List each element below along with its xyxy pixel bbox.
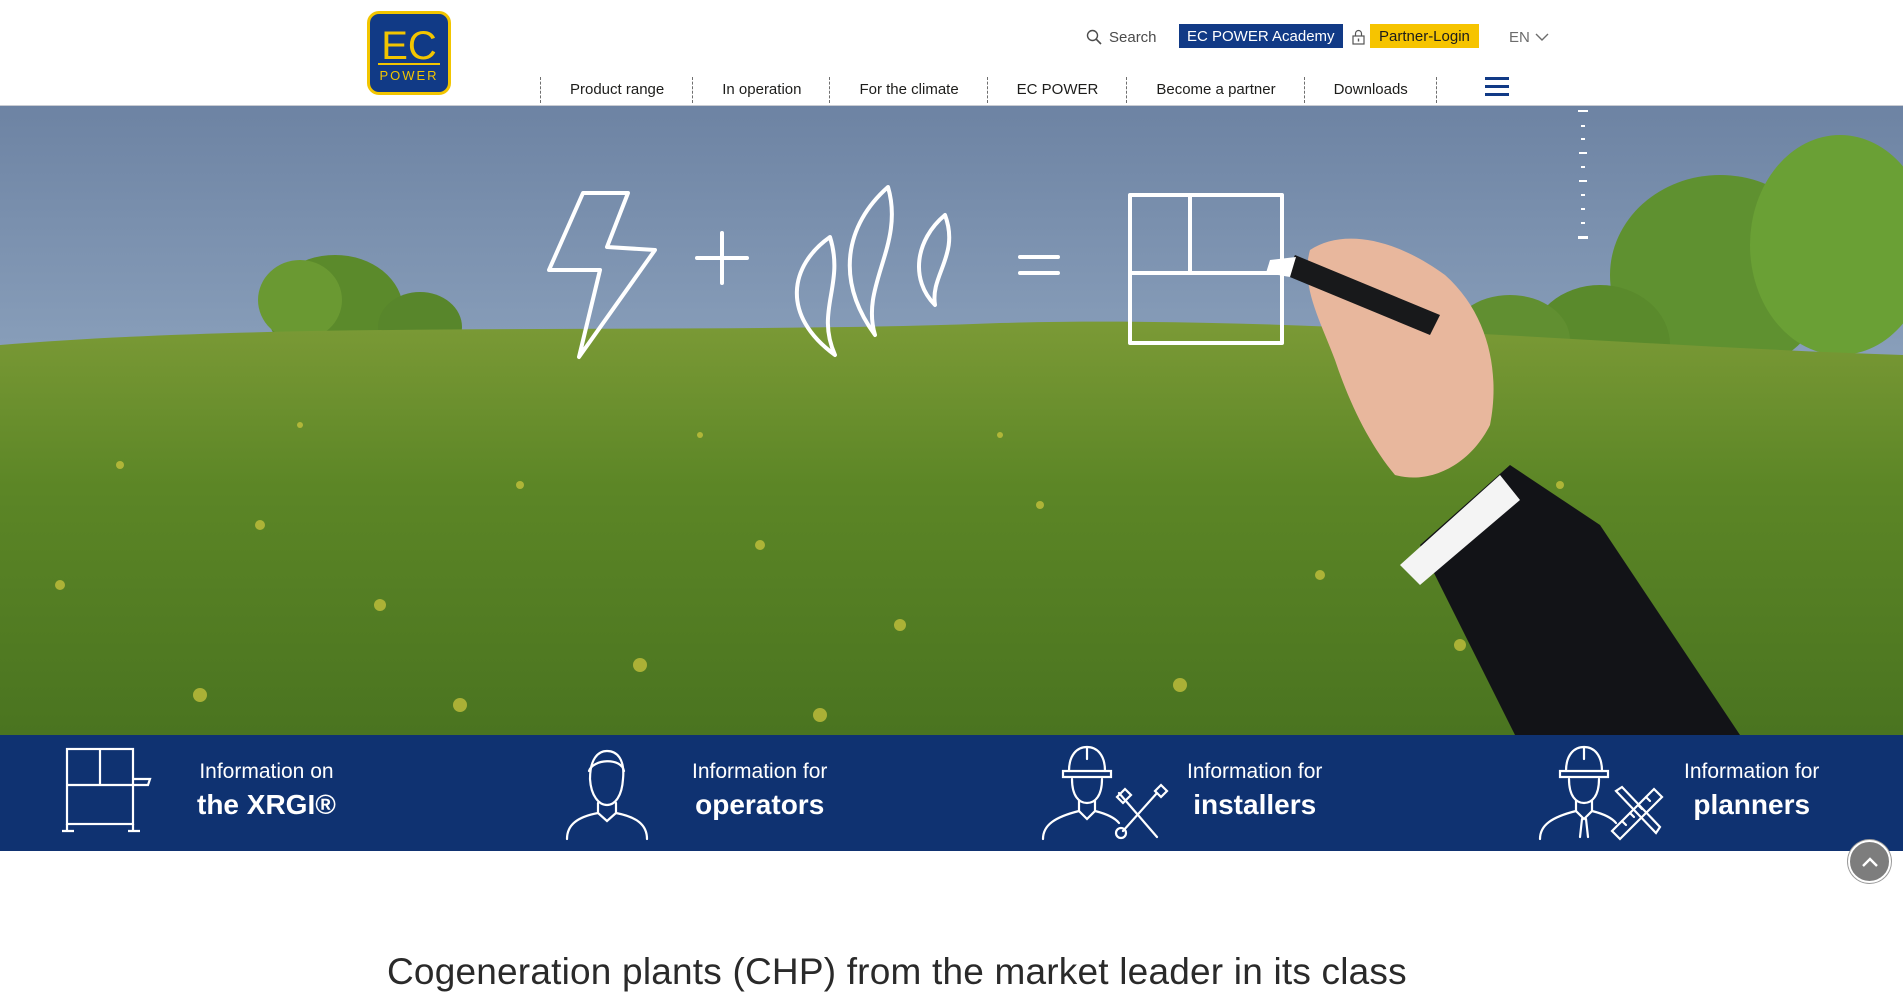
info-operators-link[interactable]: Information for operators [545,735,965,851]
nav-item-ec-power[interactable]: EC POWER [989,77,1127,103]
academy-button[interactable]: EC POWER Academy [1179,24,1343,48]
info-installers-line2: installers [1193,789,1317,820]
language-label: EN [1509,28,1530,46]
info-planners-line2: planners [1693,789,1811,820]
partner-login-label: Partner-Login [1379,27,1470,45]
info-operators-text: Information for operators [692,761,827,819]
logo-ec-text: EC [381,24,437,68]
scroll-to-top-button[interactable] [1848,840,1891,883]
search-label: Search [1109,28,1157,46]
search-button[interactable]: Search [1086,24,1157,50]
site-header: EC POWER Search EC POWER Academy Partner… [0,0,1903,106]
chevron-down-icon [1535,33,1549,41]
info-operators-line1: Information for [692,760,828,783]
main-navigation: Product range In operation For the clima… [540,76,1438,104]
nav-item-product-range[interactable]: Product range [542,77,692,103]
lock-icon [1350,24,1366,50]
operator-person-icon [565,749,649,841]
partner-login-button[interactable]: Partner-Login [1370,24,1479,48]
logo-power-text: POWER [379,68,438,83]
hero-image [0,105,1903,735]
nav-item-for-the-climate[interactable]: For the climate [831,77,986,103]
language-selector[interactable]: EN [1509,24,1549,50]
hamburger-menu-icon[interactable] [1485,77,1509,97]
info-xrgi-line1: Information on [199,760,334,783]
page-heading: Cogeneration plants (CHP) from the marke… [387,951,1407,992]
hero-banner [0,105,1903,735]
nav-item-downloads[interactable]: Downloads [1306,77,1436,103]
nav-item-become-a-partner[interactable]: Become a partner [1128,77,1303,103]
info-planners-line1: Information for [1684,760,1820,783]
nav-item-in-operation[interactable]: In operation [694,77,829,103]
installer-tools-icon [1041,745,1169,841]
info-installers-line1: Information for [1187,760,1323,783]
logo-mark: EC POWER [378,24,440,83]
info-planners-text: Information for planners [1684,761,1819,819]
xrgi-unit-icon [62,747,152,833]
search-icon [1086,29,1102,45]
nav-separator [1435,77,1438,103]
info-operators-line2: operators [695,789,825,820]
planner-ruler-icon [1538,745,1664,841]
info-xrgi-text: Information on the XRGI® [197,761,336,819]
info-installers-text: Information for installers [1187,761,1322,819]
ec-power-logo[interactable]: EC POWER [367,11,451,95]
info-xrgi-link[interactable]: Information on the XRGI® [40,735,460,851]
info-xrgi-line2: the XRGI® [197,789,336,820]
audience-info-band: Information on the XRGI® Information for… [0,735,1903,851]
academy-label: EC POWER Academy [1187,27,1335,45]
info-planners-link[interactable]: Information for planners [1530,735,1903,851]
info-installers-link[interactable]: Information for installers [1035,735,1455,851]
chevron-up-icon [1861,856,1878,867]
